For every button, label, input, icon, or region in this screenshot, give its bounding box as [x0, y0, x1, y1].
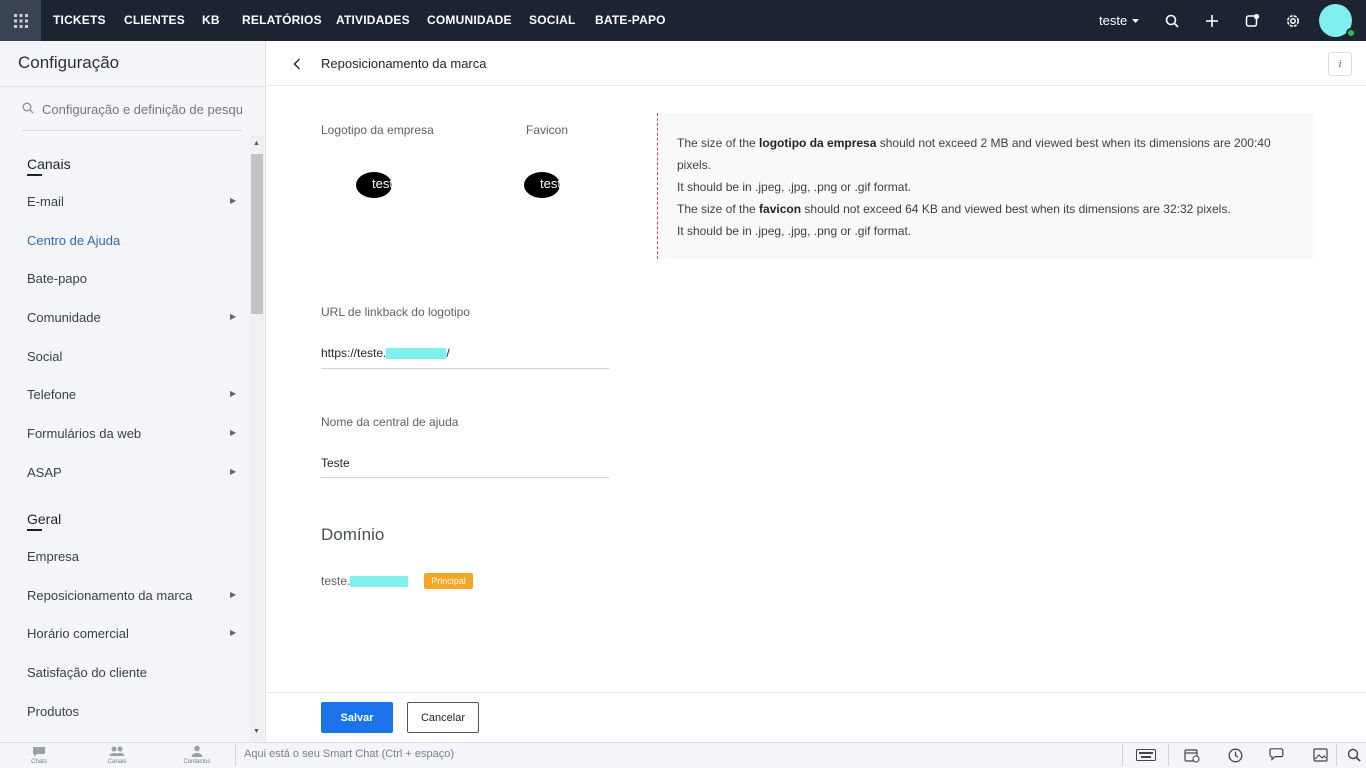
portal-name: teste: [1099, 13, 1128, 28]
nav-relatorios[interactable]: RELATÓRIOS: [242, 0, 322, 41]
linkback-url-input[interactable]: https://teste. /: [321, 346, 450, 360]
guideline-line-1: The size of the logotipo da empresa shou…: [677, 136, 1271, 150]
sidebar-item-reposicionamento-da-marca[interactable]: Reposicionamento da marca: [27, 588, 192, 603]
search-icon: [22, 102, 34, 114]
sidebar-item-bate-papo[interactable]: Bate-papo: [27, 271, 87, 286]
helpcenter-name-label: Nome da central de ajuda: [321, 415, 459, 429]
image-gallery-icon[interactable]: [1309, 745, 1331, 765]
sidebar-item-telefone[interactable]: Telefone: [27, 387, 76, 402]
helpcenter-name-underline: [321, 477, 609, 478]
calendar-check-icon[interactable]: [1181, 745, 1203, 765]
chevron-right-icon: ▶: [230, 628, 237, 637]
guideline-line-1-cont: pixels.: [677, 158, 712, 172]
nav-tickets[interactable]: TICKETS: [53, 0, 106, 41]
nav-bate-papo[interactable]: BATE-PAPO: [595, 0, 666, 41]
sidebar-divider: [0, 86, 266, 87]
chevron-right-icon: ▶: [230, 389, 237, 398]
domain-value: teste.: [321, 574, 409, 588]
settings-search-input[interactable]: [42, 99, 242, 119]
sidebar-item-social[interactable]: Social: [27, 349, 62, 364]
favicon-label: Favicon: [526, 123, 569, 137]
chat-bubble-icon: [33, 747, 45, 757]
linkback-url-underline: [321, 368, 609, 369]
company-logo-label: Logotipo da empresa: [321, 123, 434, 137]
bottom-divider: [1168, 744, 1169, 766]
sidebar-item-satisfacao-do-cliente[interactable]: Satisfação do cliente: [27, 665, 147, 680]
add-icon[interactable]: [1202, 0, 1222, 41]
chevron-right-icon: ▶: [230, 467, 237, 476]
keyboard-icon[interactable]: [1135, 745, 1157, 765]
sidebar-item-comunidade[interactable]: Comunidade: [27, 310, 101, 325]
back-arrow-icon[interactable]: [289, 54, 305, 74]
company-logo-text: teste: [372, 176, 401, 191]
settings-sidebar: Configuração Canais E-mail ▶ Centro de A…: [0, 41, 266, 742]
section-underline: [27, 529, 42, 531]
nav-atividades[interactable]: ATIVIDADES: [336, 0, 410, 41]
bottom-tab-label: Contactos: [183, 759, 211, 765]
guideline-line-2: It should be in .jpeg, .jpg, .png or .gi…: [677, 180, 912, 194]
portal-switcher[interactable]: teste: [1099, 0, 1144, 41]
nav-comunidade[interactable]: COMUNIDADE: [427, 0, 512, 41]
app-grid-icon[interactable]: [0, 0, 41, 41]
chevron-right-icon: ▶: [230, 312, 237, 321]
online-status-dot: [1346, 28, 1356, 38]
redacted-mask: [386, 348, 447, 360]
sidebar-item-asap[interactable]: ASAP: [27, 465, 62, 480]
sidebar-item-centro-de-ajuda[interactable]: Centro de Ajuda: [27, 233, 120, 248]
sidebar-item-formularios-da-web[interactable]: Formulários da web: [27, 426, 141, 441]
section-underline: [27, 174, 42, 176]
scroll-up-arrow-icon[interactable]: ▲: [253, 140, 260, 147]
notifications-icon[interactable]: [1242, 0, 1262, 41]
bottom-divider: [235, 744, 236, 766]
page-title: Reposicionamento da marca: [321, 56, 487, 71]
favicon-text: teste: [540, 176, 569, 191]
smart-chat-input[interactable]: Aqui está o seu Smart Chat (Ctrl + espaç…: [244, 748, 454, 760]
scroll-down-arrow-icon[interactable]: ▼: [253, 728, 260, 735]
bottom-tab-label: Chats: [31, 759, 47, 765]
sidebar-title: Configuração: [18, 53, 120, 72]
linkback-url-label: URL de linkback do logotipo: [321, 305, 470, 319]
caret-down-icon: [1132, 18, 1140, 23]
bottom-divider: [1336, 744, 1337, 766]
chevron-right-icon: ▶: [230, 428, 237, 437]
clock-icon[interactable]: [1224, 745, 1246, 765]
section-heading-geral: Geral: [27, 511, 62, 527]
search-underline: [22, 130, 242, 131]
settings-gear-icon[interactable]: [1283, 0, 1303, 41]
sidebar-item-produtos[interactable]: Produtos: [27, 704, 79, 719]
sidebar-item-horario-comercial[interactable]: Horário comercial: [27, 626, 129, 641]
bottom-tab-canais[interactable]: Canais: [78, 742, 156, 768]
info-icon[interactable]: i: [1328, 52, 1352, 76]
chevron-right-icon: ▶: [230, 196, 237, 205]
section-heading-canais: Canais: [27, 156, 71, 172]
scrollbar-thumb[interactable]: [251, 154, 263, 314]
sidebar-item-empresa[interactable]: Empresa: [27, 549, 79, 564]
helpcenter-name-input[interactable]: Teste: [321, 456, 350, 470]
bottom-tab-chats[interactable]: Chats: [0, 742, 78, 768]
contact-person-icon: [191, 745, 203, 757]
group-icon: [109, 746, 125, 756]
bottom-divider: [1122, 744, 1123, 766]
sidebar-item-email[interactable]: E-mail: [27, 194, 64, 209]
search-icon[interactable]: [1162, 0, 1182, 41]
guideline-line-4: It should be in .jpeg, .jpg, .png or .gi…: [677, 224, 912, 238]
redacted-mask: [350, 576, 409, 588]
cancel-button[interactable]: Cancelar: [407, 702, 479, 733]
nav-kb[interactable]: KB: [202, 0, 220, 41]
bottom-tab-label: Canais: [107, 759, 127, 765]
nav-social[interactable]: SOCIAL: [529, 0, 576, 41]
search-icon[interactable]: [1343, 745, 1365, 765]
conversations-icon[interactable]: [1267, 745, 1289, 765]
save-button[interactable]: Salvar: [321, 702, 393, 733]
nav-clientes[interactable]: CLIENTES: [124, 0, 185, 41]
image-guidelines-box: The size of the logotipo da empresa shou…: [657, 113, 1313, 259]
guideline-line-3: The size of the favicon should not excee…: [677, 202, 1231, 216]
chevron-right-icon: ▶: [230, 590, 237, 599]
domain-heading: Domínio: [321, 525, 385, 544]
primary-badge: Principal: [424, 573, 473, 589]
bottom-tab-contactos[interactable]: Contactos: [158, 742, 236, 768]
